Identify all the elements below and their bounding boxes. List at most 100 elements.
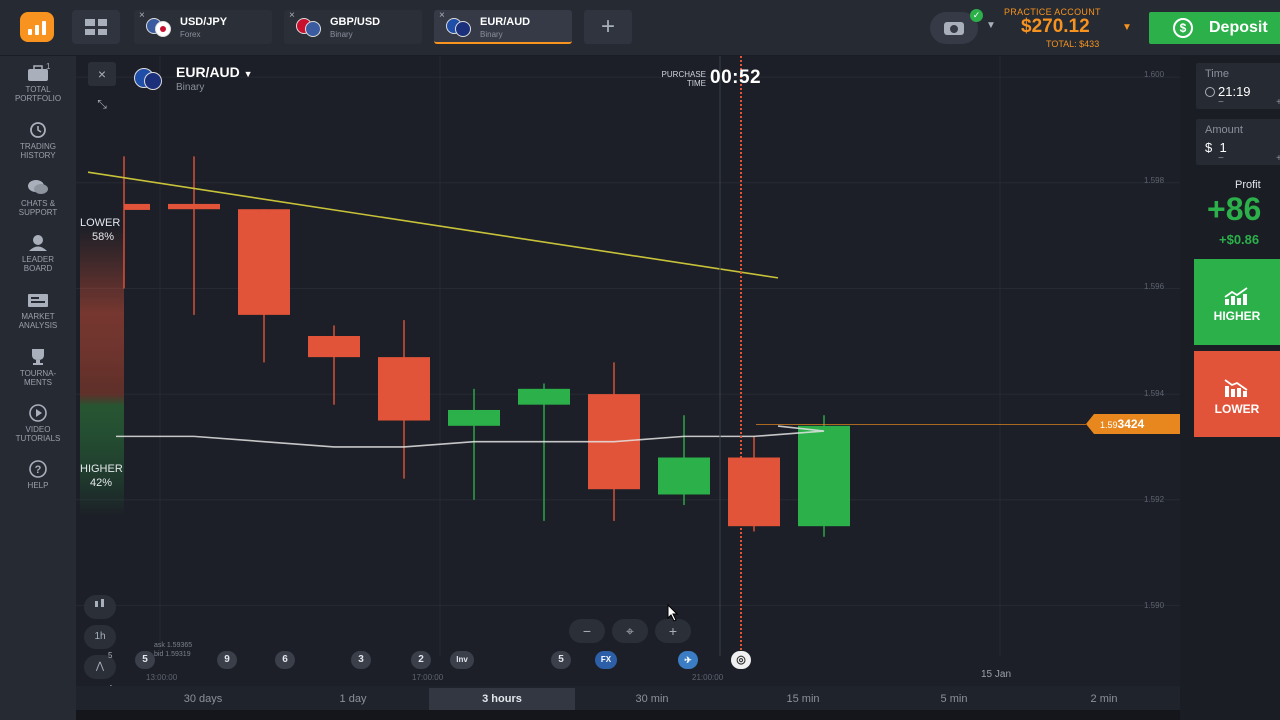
- sidebar-item-video-tutorials[interactable]: VIDEO TUTORIALS: [0, 400, 76, 454]
- expiry-time-field[interactable]: Time 21:19 − +: [1196, 63, 1280, 109]
- amount-field[interactable]: Amount $ 1 − +: [1196, 119, 1280, 165]
- economic-event[interactable]: Inv: [450, 651, 474, 669]
- close-chart-button[interactable]: ×: [88, 62, 116, 86]
- purchase-time-countdown: 00:52: [710, 67, 762, 88]
- amount-decrease[interactable]: −: [1218, 153, 1224, 164]
- close-tab-icon[interactable]: ×: [289, 10, 295, 21]
- y-tick-label: 1.600: [1144, 70, 1165, 79]
- amount-increase[interactable]: +: [1276, 153, 1280, 164]
- chart-canvas[interactable]: [76, 56, 1180, 686]
- sidebar-item-history[interactable]: TRADING HISTORY: [0, 117, 76, 171]
- deposit-label: Deposit: [1209, 19, 1268, 36]
- candle-body: [798, 425, 850, 527]
- economic-event[interactable]: 2: [411, 651, 431, 669]
- asset-tab-euraud[interactable]: × EUR/AUD Binary: [434, 10, 572, 44]
- x-tick-label: 17:00:00: [412, 673, 444, 682]
- portfolio-badge: 1: [46, 62, 51, 71]
- account-total: TOTAL: $433: [1046, 39, 1100, 49]
- x-tick-label: 21:00:00: [692, 673, 724, 682]
- asset-tab-gbpusd[interactable]: × GBP/USD Binary: [284, 10, 422, 44]
- chevron-down-icon[interactable]: ▼: [986, 20, 996, 31]
- sidebar-item-portfolio[interactable]: 1 TOTAL PORTFOLIO: [0, 60, 76, 114]
- logo[interactable]: [20, 12, 54, 42]
- tab-name: USD/JPY: [180, 16, 228, 28]
- play-icon: [29, 404, 47, 422]
- economic-event[interactable]: 5: [551, 651, 571, 669]
- economic-event[interactable]: 6: [275, 651, 295, 669]
- zoom-out-button[interactable]: −: [569, 619, 605, 643]
- y-tick-label: 1.598: [1144, 176, 1165, 185]
- timeframe-30-days[interactable]: 30 days: [130, 688, 276, 710]
- profit-percent: +86: [1207, 191, 1262, 227]
- timeframe-15-min[interactable]: 15 min: [730, 688, 876, 710]
- candle-body: [658, 457, 710, 495]
- sidebar-item-tournaments[interactable]: TOURNA- MENTS: [0, 344, 76, 398]
- shrink-chart-button[interactable]: ⤡: [88, 92, 116, 116]
- purchase-time-label: PURCHASE TIME: [661, 70, 706, 88]
- economic-event[interactable]: 9: [217, 651, 237, 669]
- time-value[interactable]: 21:19: [1205, 84, 1251, 99]
- help-icon: ?: [29, 460, 47, 478]
- chat-icon: [28, 180, 48, 194]
- x-tick-label: 15 Jan: [981, 669, 1012, 680]
- higher-label: HIGHER: [1213, 309, 1261, 323]
- flag-icon: [296, 18, 322, 37]
- timeframe-30-min[interactable]: 30 min: [579, 688, 725, 710]
- candle-body: [238, 209, 290, 315]
- chart-up-icon: [1224, 287, 1248, 305]
- amount-label: Amount: [1205, 124, 1243, 136]
- chart-type-button[interactable]: [84, 595, 116, 619]
- center-chart-button[interactable]: ⌖: [612, 619, 648, 643]
- clock-icon: [1205, 87, 1215, 97]
- current-price-tag: 1.593424: [1086, 414, 1180, 434]
- economic-event[interactable]: 3: [351, 651, 371, 669]
- timeframe-3-hours[interactable]: 3 hours: [429, 688, 575, 710]
- flag-icon: [446, 18, 472, 37]
- tab-type: Binary: [480, 30, 503, 39]
- close-tab-icon[interactable]: ×: [139, 10, 145, 21]
- economic-event[interactable]: FX: [595, 651, 617, 669]
- profit-label: Profit: [1235, 179, 1261, 191]
- higher-button[interactable]: HIGHER: [1194, 259, 1280, 345]
- time-increase[interactable]: +: [1276, 97, 1280, 108]
- grid-icon: [85, 19, 107, 35]
- close-tab-icon[interactable]: ×: [439, 10, 445, 21]
- candles-icon: [95, 599, 104, 607]
- tab-type: Forex: [180, 30, 201, 39]
- trading-app: × USD/JPY Forex × GBP/USD Binary × EUR/A…: [0, 0, 1280, 720]
- trophy-icon: [32, 349, 44, 365]
- sidebar-item-help[interactable]: ? HELP: [0, 456, 76, 510]
- economic-event[interactable]: 5: [135, 651, 155, 669]
- flag-icon: [146, 18, 172, 37]
- candle-body: [728, 457, 780, 527]
- apps-grid-button[interactable]: [72, 10, 120, 44]
- screenshot-button[interactable]: ✓: [930, 9, 983, 44]
- timeframe-5-min[interactable]: 5 min: [881, 688, 1027, 710]
- sidebar-item-leaderboard[interactable]: LEADER BOARD: [0, 230, 76, 284]
- price-chart[interactable]: [76, 56, 1180, 686]
- ask-bid-readout: ask 1.59365 bid 1.59319: [154, 642, 193, 658]
- sidebar-item-market-analysis[interactable]: MARKET ANALYSIS: [0, 287, 76, 341]
- account-balance[interactable]: $270.12: [1021, 16, 1090, 38]
- candle-body: [518, 388, 570, 405]
- chart-asset-name[interactable]: EUR/AUD ▼: [176, 64, 253, 80]
- deposit-button[interactable]: $ Deposit: [1149, 12, 1280, 44]
- chevron-down-icon[interactable]: ▼: [1122, 22, 1132, 33]
- economic-event[interactable]: ✈: [678, 651, 698, 669]
- interval-button[interactable]: 1h: [84, 625, 116, 649]
- y-tick-label: 1.590: [1144, 601, 1165, 610]
- sidebar-item-chat[interactable]: CHATS & SUPPORT: [0, 174, 76, 228]
- lower-button[interactable]: LOWER: [1194, 351, 1280, 437]
- expiry-marker[interactable]: ◎: [731, 651, 751, 669]
- timeframe-2-min[interactable]: 2 min: [1031, 688, 1177, 710]
- time-decrease[interactable]: −: [1218, 97, 1224, 108]
- sidebar: 1 TOTAL PORTFOLIO TRADING HISTORY CHATS …: [0, 56, 76, 720]
- timeframe-1-day[interactable]: 1 day: [280, 688, 426, 710]
- asset-tab-usdjpy[interactable]: × USD/JPY Forex: [134, 10, 272, 44]
- zoom-in-button[interactable]: +: [655, 619, 691, 643]
- x-tick-label: 13:00:00: [146, 673, 178, 682]
- lower-label: LOWER: [1214, 402, 1260, 416]
- add-tab-button[interactable]: +: [584, 10, 632, 44]
- y-tick-label: 1.596: [1144, 282, 1165, 291]
- check-icon: ✓: [970, 9, 983, 22]
